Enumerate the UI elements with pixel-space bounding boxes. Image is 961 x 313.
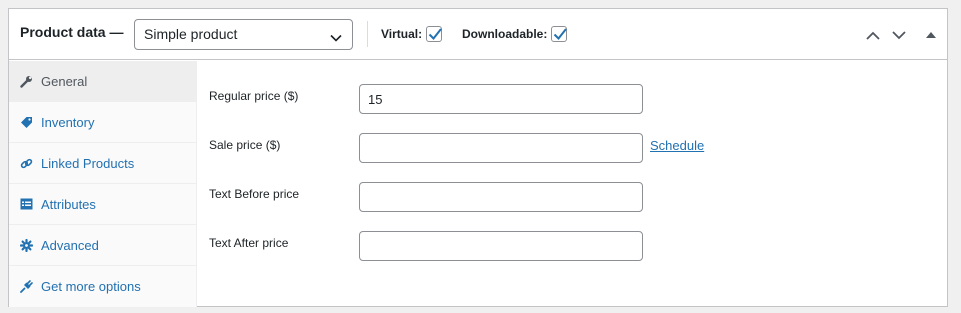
virtual-option[interactable]: Virtual:	[381, 26, 443, 42]
schedule-link[interactable]: Schedule	[650, 138, 704, 153]
product-type-selected: Simple product	[144, 26, 238, 42]
text-after-price-label: Text After price	[209, 236, 289, 250]
text-before-price-label: Text Before price	[209, 187, 300, 201]
tab-label: Linked Products	[41, 155, 135, 171]
header-divider	[367, 21, 368, 47]
tab-inventory[interactable]: Inventory	[9, 102, 196, 143]
product-data-box: Product data — Simple product Virtual: D…	[8, 8, 948, 307]
tab-general[interactable]: General	[9, 61, 196, 102]
tab-label: Advanced	[41, 237, 99, 253]
virtual-label: Virtual:	[381, 27, 423, 41]
text-after-price-input[interactable]	[359, 231, 643, 261]
product-data-title: Product data —	[20, 24, 124, 40]
tab-label: Attributes	[41, 196, 96, 212]
move-up-button[interactable]	[862, 24, 884, 46]
tag-icon	[19, 115, 33, 129]
tab-advanced[interactable]: Advanced	[9, 225, 196, 266]
general-panel: Regular price ($) Sale price ($) Schedul…	[198, 61, 948, 307]
virtual-checkbox[interactable]	[426, 26, 443, 42]
tab-label: Get more options	[41, 279, 141, 294]
move-up-icon	[866, 31, 880, 40]
product-type-select[interactable]: Simple product	[134, 19, 353, 50]
move-down-button[interactable]	[888, 24, 910, 46]
tab-get-more-options[interactable]: Get more options	[9, 266, 196, 307]
checkmark-icon	[554, 28, 568, 41]
collapse-toggle-icon	[926, 32, 936, 38]
link-icon	[19, 156, 33, 170]
text-before-price-input[interactable]	[359, 182, 643, 212]
sale-price-input[interactable]	[359, 133, 643, 163]
downloadable-option[interactable]: Downloadable:	[462, 26, 568, 42]
sale-price-label: Sale price ($)	[209, 138, 281, 152]
tab-label: Inventory	[41, 114, 95, 130]
move-down-icon	[892, 30, 906, 39]
tab-attributes[interactable]: Attributes	[9, 184, 196, 225]
downloadable-label: Downloadable:	[462, 27, 548, 41]
product-data-tabs: General Inventory Linked Products Attrib…	[9, 61, 197, 307]
regular-price-label: Regular price ($)	[209, 89, 299, 103]
list-table-icon	[19, 197, 33, 211]
tab-label: General	[41, 73, 88, 89]
downloadable-checkbox[interactable]	[551, 26, 568, 42]
gear-icon	[19, 238, 33, 252]
wrench-icon	[19, 74, 33, 88]
product-data-header: Product data — Simple product Virtual: D…	[9, 9, 947, 60]
collapse-toggle-button[interactable]	[920, 24, 942, 46]
plugin-icon	[19, 280, 33, 294]
regular-price-input[interactable]	[359, 84, 643, 114]
checkmark-icon	[428, 28, 442, 41]
tab-linked-products[interactable]: Linked Products	[9, 143, 196, 184]
chevron-down-icon	[330, 29, 342, 45]
